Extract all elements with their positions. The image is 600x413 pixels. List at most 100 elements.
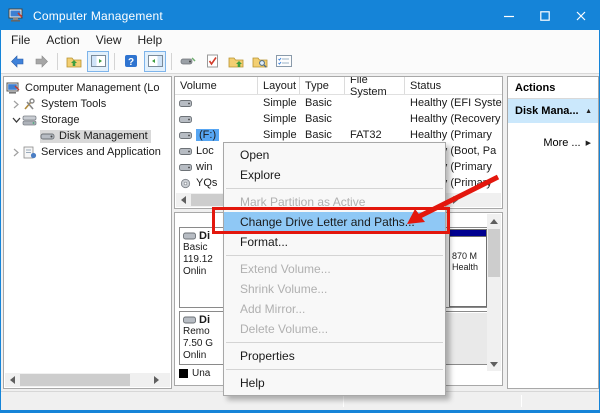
tree-item-services-applications[interactable]: Services and Application	[4, 144, 171, 160]
column-volume[interactable]: Volume	[175, 77, 258, 94]
tree-item-label: Services and Application	[41, 146, 161, 158]
drive-icon	[179, 147, 192, 156]
column-status[interactable]: Status	[405, 77, 502, 94]
partition-size: 870 M	[452, 251, 486, 262]
back-arrow-icon[interactable]	[6, 51, 28, 72]
expand-right-icon[interactable]: ▶	[586, 139, 591, 147]
volume-status: Healthy (EFI Syste	[405, 97, 502, 109]
context-menu: Open Explore Mark Partition as Active Ch…	[223, 142, 446, 396]
minimize-button[interactable]	[491, 1, 527, 30]
find-icon[interactable]	[249, 51, 271, 72]
scroll-down-icon[interactable]	[487, 357, 501, 371]
collapse-icon[interactable]: ▲	[585, 108, 592, 115]
menu-item-help[interactable]: Help	[224, 373, 445, 393]
app-icon	[8, 8, 25, 23]
column-layout[interactable]: Layout	[258, 77, 300, 94]
console-tree-pane: Computer Management (Lo System Tools Sto	[3, 76, 172, 389]
drive-icon	[179, 163, 192, 172]
tools-icon	[22, 98, 37, 111]
legend-unallocated: Una	[179, 368, 210, 379]
services-icon	[22, 146, 37, 159]
menu-separator	[226, 188, 443, 189]
disk0-name: Di	[199, 230, 210, 242]
volume-row[interactable]: Simple Basic Healthy (Recovery	[175, 111, 502, 127]
computer-management-window: Computer Management File Action View Hel…	[0, 0, 600, 413]
partition-block[interactable]: 870 M Health	[449, 229, 487, 307]
tree-item-label: Disk Management	[59, 130, 148, 142]
scroll-left-icon[interactable]	[5, 373, 19, 387]
tree-item-storage[interactable]: Storage	[4, 112, 171, 128]
menu-separator	[226, 342, 443, 343]
tree-item-system-tools[interactable]: System Tools	[4, 96, 171, 112]
volume-row-selected[interactable]: (F:) Simple Basic FAT32 Healthy (Primary	[175, 127, 502, 143]
chevron-right-icon[interactable]	[10, 146, 22, 158]
forward-arrow-icon[interactable]	[30, 51, 52, 72]
actions-pane: Actions Disk Mana... ▲ More ... ▶	[507, 76, 599, 389]
volume-status: Healthy (Recovery	[405, 113, 502, 125]
volume-name: (F:)	[196, 129, 219, 141]
scroll-right-icon[interactable]	[149, 373, 163, 387]
menu-item-properties[interactable]: Properties	[224, 346, 445, 366]
partition-color-strip	[450, 230, 486, 237]
scrollbar-thumb[interactable]	[20, 374, 130, 386]
menu-separator	[226, 369, 443, 370]
actions-more-label: More ...	[543, 137, 580, 149]
menu-item-open[interactable]: Open	[224, 145, 445, 165]
show-console-tree-icon[interactable]	[87, 51, 109, 72]
volume-row[interactable]: Simple Basic Healthy (EFI Syste	[175, 95, 502, 111]
disk-icon	[183, 232, 196, 240]
rescan-disks-icon[interactable]	[177, 51, 199, 72]
column-file-system[interactable]: File System	[345, 77, 405, 94]
partition-status: Health	[452, 262, 486, 273]
disk-icon	[40, 130, 55, 143]
statusbar-divider	[521, 395, 522, 407]
tree-item-label: Storage	[41, 114, 80, 126]
graph-vertical-scrollbar[interactable]	[487, 214, 501, 371]
export-list-icon[interactable]	[201, 51, 223, 72]
volume-layout: Simple	[258, 113, 300, 125]
menu-file[interactable]: File	[3, 33, 38, 47]
tree-item-computer-management[interactable]: Computer Management (Lo	[4, 80, 171, 96]
toolbar: ?	[1, 49, 599, 74]
volume-layout: Simple	[258, 129, 300, 141]
volume-fs: FAT32	[345, 129, 405, 141]
scrollbar-thumb[interactable]	[191, 194, 224, 206]
load-folder-icon[interactable]	[225, 51, 247, 72]
actions-disk-management[interactable]: Disk Mana... ▲	[508, 99, 598, 123]
annotation-highlight-box	[212, 207, 450, 234]
volume-type: Basic	[300, 129, 345, 141]
menu-view[interactable]: View	[88, 33, 130, 47]
svg-text:?: ?	[128, 57, 134, 68]
help-icon[interactable]: ?	[120, 51, 142, 72]
menu-action[interactable]: Action	[38, 33, 87, 47]
storage-icon	[22, 114, 37, 127]
column-type[interactable]: Type	[300, 77, 345, 94]
tree-selection: Disk Management	[40, 130, 151, 143]
tree-item-label: System Tools	[41, 98, 106, 110]
show-action-pane-icon[interactable]	[144, 51, 166, 72]
menu-help[interactable]: Help	[130, 33, 171, 47]
volume-layout: Simple	[258, 97, 300, 109]
menu-item-format[interactable]: Format...	[224, 232, 445, 252]
close-button[interactable]	[563, 1, 599, 30]
scroll-right-icon[interactable]	[448, 193, 462, 207]
toolbar-separator	[171, 53, 172, 70]
menu-item-delete-volume: Delete Volume...	[224, 319, 445, 339]
scroll-left-icon[interactable]	[176, 193, 190, 207]
toolbar-separator	[57, 53, 58, 70]
menu-item-explore[interactable]: Explore	[224, 165, 445, 185]
actions-more[interactable]: More ... ▶	[508, 133, 598, 153]
actions-title: Actions	[508, 77, 598, 99]
chevron-down-icon[interactable]	[10, 114, 22, 126]
maximize-button[interactable]	[527, 1, 563, 30]
scrollbar-thumb[interactable]	[488, 229, 500, 277]
tree-horizontal-scrollbar[interactable]	[5, 373, 170, 387]
tree-item-label: Computer Management (Lo	[25, 82, 160, 94]
properties-panel-icon[interactable]	[273, 51, 295, 72]
chevron-right-icon[interactable]	[10, 98, 22, 110]
volume-name: win	[196, 161, 213, 173]
scroll-up-icon[interactable]	[487, 214, 501, 228]
disk1-name: Di	[199, 314, 210, 326]
up-folder-icon[interactable]	[63, 51, 85, 72]
tree-item-disk-management[interactable]: Disk Management	[4, 128, 171, 144]
